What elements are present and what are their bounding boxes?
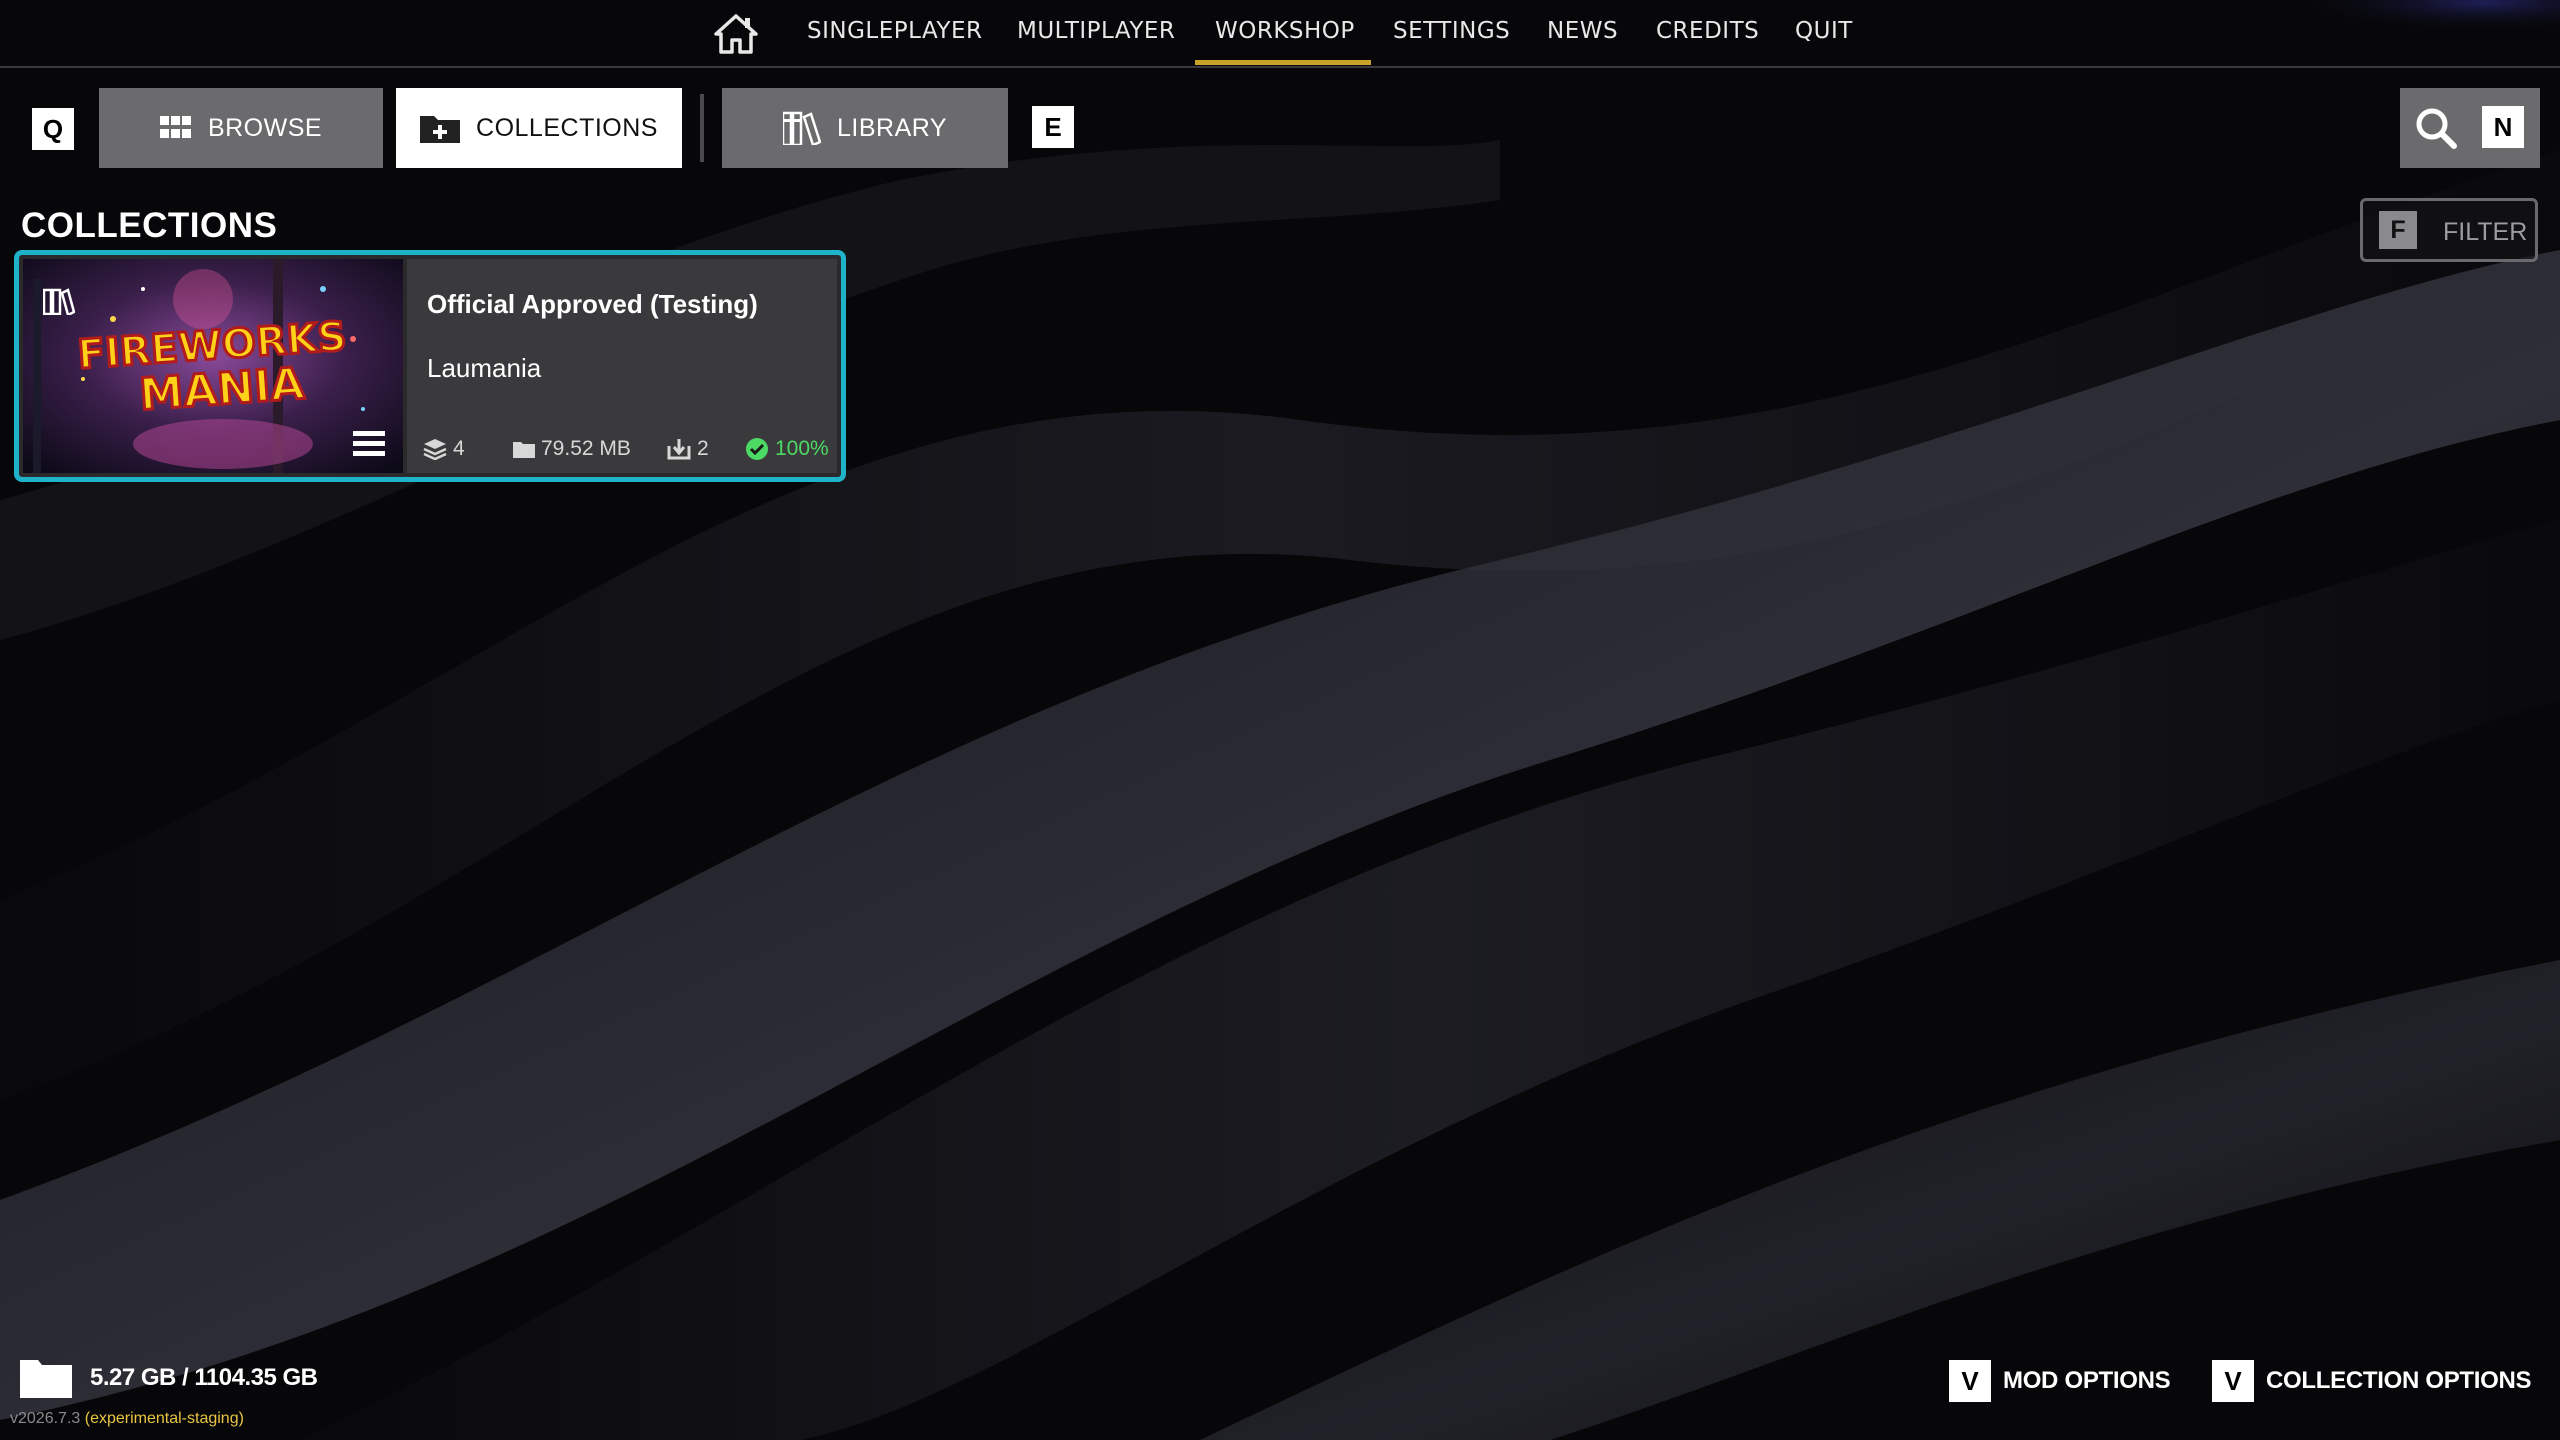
search-key: N (2482, 106, 2524, 148)
collection-thumbnail: FIREWORKS MANIA (23, 259, 403, 473)
collection-info: Official Approved (Testing) Laumania 4 7… (407, 259, 837, 473)
layers-icon (423, 439, 447, 460)
folder-icon (513, 442, 535, 458)
tab-library[interactable]: LIBRARY (722, 88, 1008, 168)
filter-key: F (2379, 211, 2417, 249)
collection-options-key: V (2212, 1360, 2254, 1402)
storage-folder-icon (20, 1360, 72, 1398)
nav-quit[interactable]: QUIT (1795, 18, 1853, 48)
check-circle-icon (746, 438, 768, 460)
collection-author: Laumania (427, 353, 542, 383)
progress-label: 100% (775, 437, 829, 460)
storage-indicator: 5.27 GB / 1104.35 GB (20, 1358, 318, 1398)
mod-options-label: MOD OPTIONS (2003, 1367, 2171, 1394)
search-button[interactable]: N (2400, 88, 2540, 168)
top-navigation: SINGLEPLAYER MULTIPLAYER WORKSHOP SETTIN… (0, 0, 2560, 68)
background-waves (0, 0, 2560, 1440)
tab-collections-label: COLLECTIONS (476, 113, 658, 142)
nav-singleplayer[interactable]: SINGLEPLAYER (807, 18, 982, 48)
section-title: COLLECTIONS (21, 206, 278, 245)
search-icon (2416, 108, 2457, 149)
collection-books-icon (43, 288, 75, 315)
tab-collections[interactable]: COLLECTIONS (396, 88, 682, 168)
tab-divider (700, 94, 704, 162)
mod-options-hint[interactable]: V MOD OPTIONS (1949, 1360, 2171, 1402)
collection-title: Official Approved (Testing) (427, 289, 758, 319)
prev-tab-key[interactable]: Q (32, 108, 74, 150)
download-count: 2 (697, 437, 709, 460)
nav-workshop[interactable]: WORKSHOP (1215, 18, 1355, 48)
books-icon (782, 111, 821, 145)
collection-options-label: COLLECTION OPTIONS (2266, 1367, 2532, 1394)
mod-count-stat: 4 (423, 437, 465, 461)
downloads-stat: 2 (667, 437, 709, 461)
tab-browse[interactable]: BROWSE (99, 88, 383, 168)
nav-multiplayer[interactable]: MULTIPLAYER (1017, 18, 1175, 48)
nav-active-indicator (1195, 60, 1371, 65)
mod-count: 4 (453, 437, 465, 460)
collection-options-hint[interactable]: V COLLECTION OPTIONS (2212, 1360, 2532, 1402)
download-icon (667, 439, 691, 460)
home-icon[interactable] (712, 10, 760, 58)
nav-news[interactable]: NEWS (1547, 18, 1618, 48)
progress-stat: 100% (745, 437, 829, 461)
version-number: v2026.7.3 (10, 1410, 81, 1427)
card-menu-icon[interactable] (353, 429, 385, 459)
size-stat: 79.52 MB (513, 437, 631, 461)
tab-library-label: LIBRARY (836, 113, 948, 142)
mod-options-key: V (1949, 1360, 1991, 1402)
tab-browse-label: BROWSE (207, 113, 323, 142)
next-tab-key[interactable]: E (1032, 106, 1074, 148)
nav-settings[interactable]: SETTINGS (1393, 18, 1510, 48)
folder-plus-icon (420, 113, 461, 143)
filter-label: FILTER (2443, 218, 2528, 246)
collection-card[interactable]: FIREWORKS MANIA Official Approved (Testi… (14, 250, 846, 482)
grid-icon (159, 116, 192, 140)
filter-button[interactable]: F FILTER (2360, 198, 2538, 262)
collection-size: 79.52 MB (541, 437, 631, 460)
version-branch: (experimental-staging) (84, 1410, 244, 1427)
storage-usage: 5.27 GB / 1104.35 GB (90, 1364, 318, 1391)
version-info: v2026.7.3 (experimental-staging) (10, 1410, 244, 1428)
nav-credits[interactable]: CREDITS (1656, 18, 1759, 48)
